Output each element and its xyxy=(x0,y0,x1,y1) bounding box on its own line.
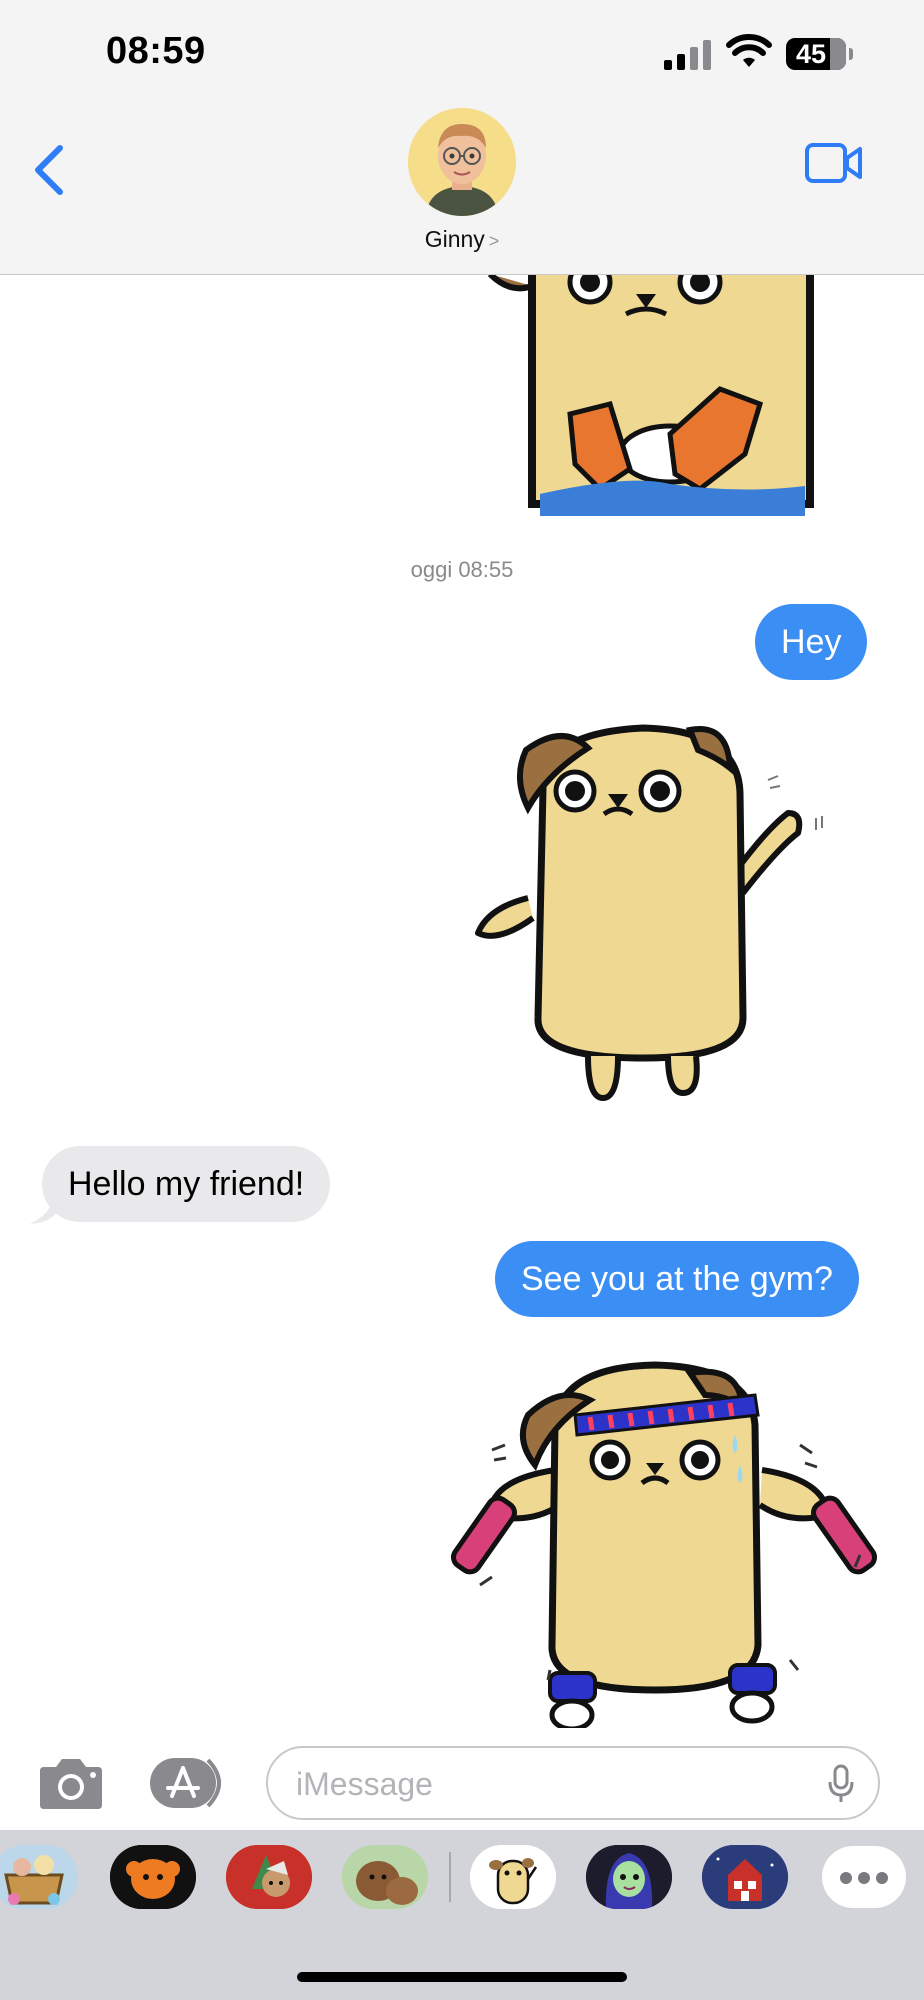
battery-level: 45 xyxy=(796,39,827,69)
sticker-basket-icon[interactable] xyxy=(0,1845,78,1909)
microphone-icon[interactable] xyxy=(828,1764,854,1804)
wifi-icon xyxy=(726,34,772,67)
waving-dog-icon[interactable] xyxy=(470,1845,556,1909)
battery-tip xyxy=(849,48,853,60)
more-icon[interactable] xyxy=(822,1846,906,1908)
contact-chevron-icon: > xyxy=(488,231,500,251)
conversation-header: 08:59 45 Ginny > xyxy=(0,0,924,275)
outgoing-message-bubble[interactable]: See you at the gym? xyxy=(495,1241,859,1317)
incoming-message-bubble[interactable]: Hello my friend! xyxy=(42,1146,331,1222)
sticker-dog-waving[interactable] xyxy=(468,718,828,1103)
contact-name-button[interactable]: Ginny > xyxy=(0,226,924,253)
drawer-divider xyxy=(449,1852,451,1902)
sticker-dog-gym[interactable] xyxy=(450,1355,890,1735)
christmas-bear-icon[interactable] xyxy=(226,1845,312,1909)
sticker-dog-washing xyxy=(487,274,814,516)
witch-icon[interactable] xyxy=(586,1845,672,1909)
brown-dogs-icon[interactable] xyxy=(342,1845,428,1909)
battery-indicator: 45 xyxy=(786,38,846,70)
camera-icon[interactable] xyxy=(38,1755,104,1811)
status-time: 08:59 xyxy=(106,30,206,72)
message-timestamp: oggi 08:55 xyxy=(410,557,514,582)
house-icon[interactable] xyxy=(702,1845,788,1909)
back-chevron-icon[interactable] xyxy=(30,142,70,198)
contact-avatar[interactable] xyxy=(408,108,516,216)
imessage-input[interactable] xyxy=(294,1758,798,1810)
incoming-bubble-tail xyxy=(30,1202,60,1224)
outgoing-message-bubble[interactable]: Hey xyxy=(755,604,868,680)
app-store-icon[interactable] xyxy=(150,1758,230,1808)
home-indicator[interactable] xyxy=(297,1972,627,1982)
contact-name: Ginny xyxy=(424,226,485,252)
facetime-video-icon[interactable] xyxy=(804,140,864,186)
memoji-avatar-icon xyxy=(408,108,516,216)
imessage-input-field[interactable] xyxy=(266,1746,880,1820)
pumpkin-dog-icon[interactable] xyxy=(110,1845,196,1909)
cellular-signal-icon xyxy=(664,40,711,70)
